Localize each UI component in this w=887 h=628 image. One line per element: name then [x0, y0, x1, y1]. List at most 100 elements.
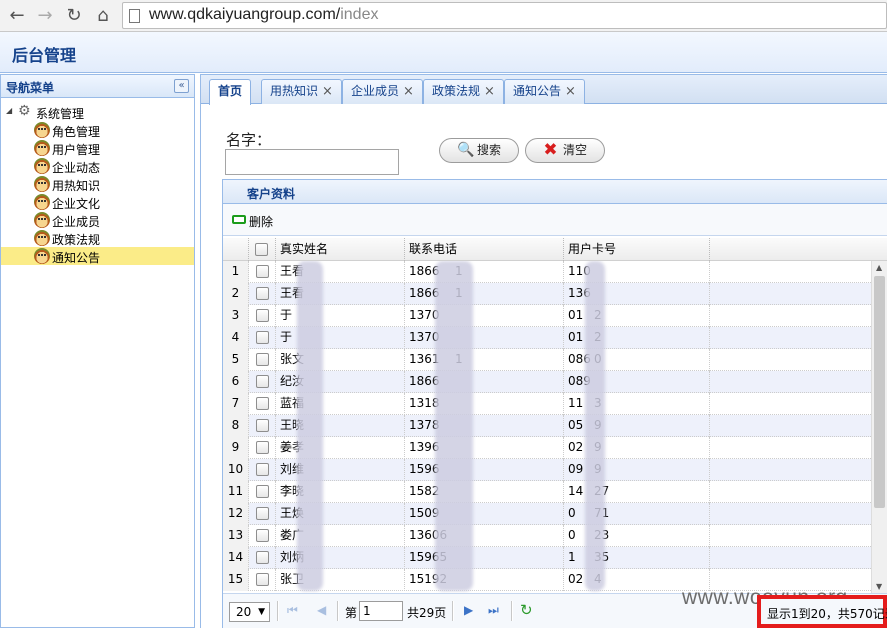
row-checkbox[interactable]: [256, 265, 269, 278]
row-checkbox[interactable]: [256, 485, 269, 498]
close-icon[interactable]: ×: [565, 84, 576, 99]
scroll-up-icon[interactable]: ▲: [876, 263, 882, 272]
user-face-icon: [34, 194, 50, 210]
tree-expand-icon[interactable]: ◢: [6, 106, 12, 115]
row-checkbox[interactable]: [256, 353, 269, 366]
tree-node-system-management[interactable]: ◢ ⚙ 系统管理: [1, 103, 194, 122]
cell-phone: 1396: [405, 437, 564, 459]
next-page-icon[interactable]: ▶: [464, 603, 473, 617]
close-icon[interactable]: ×: [322, 84, 333, 99]
scroll-down-icon[interactable]: ▼: [876, 582, 882, 591]
tab-announcements[interactable]: 通知公告 ×: [504, 79, 585, 104]
clear-button[interactable]: ✖ 清空: [525, 138, 605, 163]
cell-real-name: 王晓: [276, 415, 405, 437]
page-number-input[interactable]: 1: [359, 601, 403, 621]
display-info: 显示1到20，共570记录: [767, 607, 887, 621]
search-button-label: 搜索: [477, 143, 502, 157]
header-select-all: [249, 238, 276, 261]
sidebar-item-company-news[interactable]: 企业动态: [1, 157, 194, 175]
page-size-select[interactable]: 20 ▼: [229, 602, 270, 622]
tab-policies[interactable]: 政策法规 ×: [423, 79, 504, 104]
back-arrow-icon[interactable]: ←: [6, 5, 28, 27]
grid-toolbar: 删除: [223, 204, 887, 236]
row-checkbox-cell: [249, 393, 276, 415]
close-icon[interactable]: ×: [484, 84, 495, 99]
row-checkbox[interactable]: [256, 331, 269, 344]
cell-phone: 15965: [405, 547, 564, 569]
refresh-icon[interactable]: ↻: [520, 601, 533, 619]
nav-tree: ◢ ⚙ 系统管理 角色管理 用户管理 企业动态 用热知识 企业文化 企业成员 政…: [1, 103, 194, 265]
page-size-value: 20: [236, 605, 252, 619]
row-checkbox[interactable]: [256, 419, 269, 432]
row-checkbox[interactable]: [256, 529, 269, 542]
row-checkbox[interactable]: [256, 573, 269, 586]
row-number: 2: [223, 283, 249, 305]
sidebar-item-role-management[interactable]: 角色管理: [1, 121, 194, 139]
gear-icon: ⚙: [18, 103, 31, 119]
pager-separator: [452, 601, 454, 621]
cell-real-name: 王焕: [276, 503, 405, 525]
row-checkbox[interactable]: [256, 397, 269, 410]
first-page-icon[interactable]: ⏮: [287, 603, 298, 618]
row-number: 10: [223, 459, 249, 481]
tab-heating-knowledge[interactable]: 用热知识 ×: [261, 79, 342, 104]
card-prefix: 0: [568, 506, 576, 520]
page-icon: [129, 9, 140, 23]
cell-empty: [710, 261, 871, 283]
sidebar-item-company-culture[interactable]: 企业文化: [1, 193, 194, 211]
header-real-name[interactable]: 真实姓名: [276, 238, 405, 261]
address-bar[interactable]: www.qdkaiyuangroup.com/index: [122, 2, 887, 29]
sidebar-item-heating-knowledge[interactable]: 用热知识: [1, 175, 194, 193]
pager-separator: [277, 601, 279, 621]
page-prefix: 第: [345, 606, 358, 620]
select-all-checkbox[interactable]: [255, 243, 268, 256]
name-input[interactable]: [225, 149, 399, 175]
row-checkbox-cell: [249, 305, 276, 327]
header-card-number[interactable]: 用户卡号: [564, 238, 710, 261]
cell-phone: 1370: [405, 327, 564, 349]
last-page-icon[interactable]: ⏭: [488, 603, 499, 618]
collapse-icon[interactable]: «: [174, 79, 189, 93]
grid-body: 15张卫1519202414刘炳1596513513娄广1360602312王焕…: [223, 261, 887, 593]
prev-page-icon[interactable]: ◀: [317, 603, 326, 617]
sidebar-item-policies[interactable]: 政策法规: [1, 229, 194, 247]
home-icon[interactable]: ⌂: [92, 5, 114, 27]
row-checkbox[interactable]: [256, 441, 269, 454]
user-face-icon: [34, 176, 50, 192]
tab-strip: 首页 用热知识 × 企业成员 × 政策法规 × 通知公告 ×: [201, 75, 887, 105]
grid-scrollbar[interactable]: ▲ ▼: [871, 261, 887, 593]
cell-empty: [710, 327, 871, 349]
close-icon[interactable]: ×: [403, 84, 414, 99]
row-checkbox[interactable]: [256, 551, 269, 564]
row-checkbox-cell: [249, 481, 276, 503]
tab-label: 通知公告: [513, 84, 562, 98]
header-phone[interactable]: 联系电话: [405, 238, 564, 261]
page-number-value: 1: [363, 604, 371, 618]
sidebar-item-company-members[interactable]: 企业成员: [1, 211, 194, 229]
row-checkbox[interactable]: [256, 309, 269, 322]
app-header: 后台管理: [0, 32, 887, 73]
sidebar-item-label: 通知公告: [52, 251, 101, 265]
delete-button[interactable]: 删除: [223, 204, 283, 236]
reload-icon[interactable]: ↻: [63, 5, 85, 27]
row-checkbox-cell: [249, 503, 276, 525]
forward-arrow-icon[interactable]: →: [34, 5, 56, 27]
row-checkbox[interactable]: [256, 287, 269, 300]
sidebar-item-announcements[interactable]: 通知公告: [1, 247, 194, 265]
scroll-thumb[interactable]: [874, 276, 885, 508]
url-text: www.qdkaiyuangroup.com/index: [149, 6, 378, 24]
sidebar-item-label: 企业成员: [52, 215, 101, 229]
grid-title: 客户资料: [247, 187, 296, 201]
sidebar-item-label: 用户管理: [52, 143, 101, 157]
cell-empty: [710, 349, 871, 371]
sidebar-item-label: 政策法规: [52, 233, 101, 247]
row-checkbox[interactable]: [256, 375, 269, 388]
row-number: 9: [223, 437, 249, 459]
row-checkbox[interactable]: [256, 507, 269, 520]
search-button[interactable]: 🔍 搜索: [439, 138, 519, 163]
cell-empty: [710, 371, 871, 393]
row-checkbox[interactable]: [256, 463, 269, 476]
tab-home[interactable]: 首页: [209, 79, 252, 105]
sidebar-item-user-management[interactable]: 用户管理: [1, 139, 194, 157]
tab-company-members[interactable]: 企业成员 ×: [342, 79, 423, 104]
